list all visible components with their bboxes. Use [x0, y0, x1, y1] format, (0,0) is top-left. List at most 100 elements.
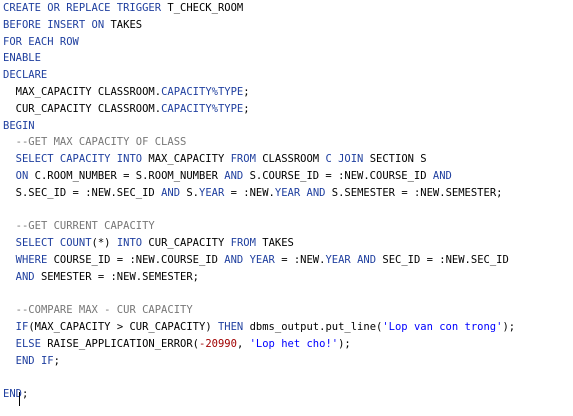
code-token: ;: [53, 354, 60, 367]
string-token: 'Lop van con trong': [382, 321, 503, 334]
code-token: TAKES: [104, 18, 143, 31]
code-token: S.: [180, 186, 199, 199]
keyword-token: AND: [224, 254, 244, 266]
keyword-token: AND: [224, 170, 244, 182]
keyword-token: INTO: [116, 237, 143, 250]
code-token: = :NEW.: [274, 254, 326, 266]
keyword-token: ENABLE: [3, 52, 41, 65]
keyword-token: CREATE OR REPLACE TRIGGER: [3, 2, 162, 14]
code-token: SECTION S: [363, 153, 427, 166]
code-token: CUR_CAPACITY: [142, 237, 231, 250]
code-token: TAKES: [255, 237, 294, 250]
code-line: FOR EACH ROW: [3, 34, 79, 51]
keyword-token: FROM: [230, 237, 256, 250]
code-token: C.ROOM_NUMBER = S.ROOM_NUMBER: [28, 170, 225, 182]
code-token: );: [502, 321, 516, 334]
code-token: MAX_CAPACITY CLASSROOM.: [15, 86, 162, 98]
number-token: -20990: [199, 338, 237, 350]
code-line: ENABLE: [3, 50, 41, 67]
code-line: CUR_CAPACITY CLASSROOM.CAPACITY%TYPE;: [3, 101, 250, 118]
keyword-token: DECLARE: [3, 69, 48, 82]
keyword-token: SELECT CAPACITY INTO: [15, 153, 143, 166]
code-line: WHERE COURSE_ID = :NEW.COURSE_ID AND YEA…: [3, 252, 509, 269]
keyword-token: ELSE: [15, 338, 41, 350]
code-line: SELECT COUNT(*) INTO CUR_CAPACITY FROM T…: [3, 235, 294, 252]
code-line: ON C.ROOM_NUMBER = S.ROOM_NUMBER AND S.C…: [3, 168, 452, 185]
keyword-token: AND: [432, 170, 452, 182]
keyword-token: CAPACITY%TYPE: [161, 102, 244, 115]
code-token: dbms_output.put_line(: [243, 321, 383, 334]
code-token: ,: [236, 338, 250, 350]
code-line: --GET CURRENT CAPACITY: [3, 218, 155, 235]
code-token: COURSE_ID = :NEW.COURSE_ID: [47, 254, 225, 266]
keyword-token: WHERE: [15, 254, 48, 266]
code-line: END;: [3, 386, 28, 403]
code-token: ;: [243, 102, 250, 115]
code-editor[interactable]: CREATE OR REPLACE TRIGGER T_CHECK_ROOM BE…: [0, 0, 573, 416]
keyword-token: YEAR: [274, 186, 301, 199]
code-token: S.SEMESTER = :NEW.SEMESTER;: [325, 186, 503, 199]
code-token: SEMESTER = :NEW.SEMESTER;: [34, 270, 199, 283]
keyword-token: AND: [306, 186, 326, 199]
code-line: --GET MAX CAPACITY OF CLASS: [3, 134, 187, 151]
code-line: BEGIN: [3, 118, 35, 135]
keyword-token: BEGIN: [3, 119, 35, 132]
code-token: ;: [21, 388, 29, 401]
keyword-token: FROM: [230, 153, 256, 166]
keyword-token: CAPACITY%TYPE: [161, 86, 244, 98]
code-line: END IF;: [3, 353, 60, 370]
code-line: IF(MAX_CAPACITY > CUR_CAPACITY) THEN dbm…: [3, 319, 515, 336]
text-caret: [19, 392, 20, 406]
keyword-token: YEAR: [325, 254, 351, 266]
code-token: RAISE_APPLICATION_ERROR(: [40, 338, 199, 350]
comment-token: --GET MAX CAPACITY OF CLASS: [15, 136, 187, 149]
comment-token: --GET CURRENT CAPACITY: [15, 220, 155, 233]
keyword-token: AND: [357, 254, 377, 266]
code-line: SELECT CAPACITY INTO MAX_CAPACITY FROM C…: [3, 151, 427, 168]
keyword-token: C JOIN: [325, 153, 364, 166]
keyword-token: YEAR: [249, 254, 275, 266]
code-token: (MAX_CAPACITY > CUR_CAPACITY): [28, 321, 218, 334]
code-token: CLASSROOM: [255, 153, 326, 166]
keyword-token: YEAR: [199, 186, 225, 199]
code-line: DECLARE: [3, 67, 47, 84]
code-token: SEC_ID = :NEW.SEC_ID: [376, 254, 509, 266]
string-token: 'Lop het cho!': [249, 338, 339, 350]
code-line: AND SEMESTER = :NEW.SEMESTER;: [3, 269, 199, 286]
keyword-token: AND: [161, 186, 181, 199]
keyword-token: BEFORE INSERT ON: [3, 18, 105, 31]
keyword-token: SELECT COUNT: [15, 237, 92, 250]
keyword-token: IF: [15, 321, 29, 334]
code-line: BEFORE INSERT ON TAKES: [3, 17, 142, 34]
code-line: CREATE OR REPLACE TRIGGER T_CHECK_ROOM: [3, 0, 243, 17]
keyword-token: END IF: [15, 354, 54, 367]
keyword-token: AND: [15, 270, 35, 283]
code-line: S.SEC_ID = :NEW.SEC_ID AND S.YEAR = :NEW…: [3, 185, 503, 202]
code-token: = :NEW.: [224, 186, 275, 199]
code-token: T_CHECK_ROOM: [161, 2, 244, 14]
comment-token: --COMPARE MAX - CUR CAPACITY: [15, 304, 193, 317]
code-token: MAX_CAPACITY: [142, 153, 231, 166]
code-token: S.SEC_ID = :NEW.SEC_ID: [15, 186, 162, 199]
code-line: MAX_CAPACITY CLASSROOM.CAPACITY%TYPE;: [3, 84, 250, 101]
keyword-token: THEN: [217, 321, 244, 334]
code-token: S.COURSE_ID = :NEW.COURSE_ID: [243, 170, 433, 182]
code-token: );: [338, 338, 351, 350]
keyword-token: ON: [15, 170, 29, 182]
code-line: --COMPARE MAX - CUR CAPACITY: [3, 302, 193, 319]
code-token: CUR_CAPACITY CLASSROOM.: [15, 102, 162, 115]
